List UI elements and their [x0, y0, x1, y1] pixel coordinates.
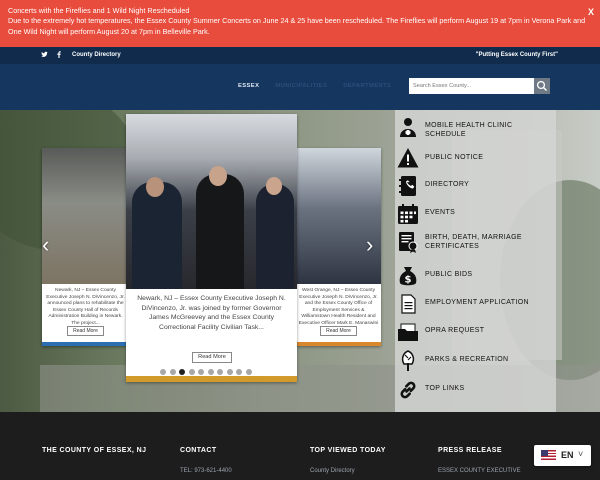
carousel-slide-left[interactable]: Newark, NJ – Essex County Executive Jose… — [42, 148, 129, 346]
nav-item-essex[interactable]: ESSEX — [238, 83, 259, 89]
footer-title-top-viewed: TOP VIEWED TODAY — [310, 447, 386, 454]
quick-link-label: MOBILE HEALTH CLINIC SCHEDULE — [425, 122, 513, 139]
nav-item-departments[interactable]: DEPARTMENTS — [343, 83, 391, 89]
quick-link-label: EVENTS — [425, 209, 456, 216]
carousel-dot[interactable] — [160, 369, 166, 375]
slide-photo — [126, 114, 297, 289]
county-directory-link[interactable]: County Directory — [72, 52, 121, 58]
quick-link-label: PUBLIC NOTICE — [425, 154, 484, 161]
tree-icon — [397, 350, 419, 372]
chevron-left-icon[interactable]: ‹ — [42, 234, 49, 256]
slide-accent-bar — [42, 342, 129, 346]
read-more-button[interactable]: Read More — [67, 326, 104, 336]
chevron-down-icon: ˅ — [578, 449, 584, 459]
footer-title-county: THE COUNTY OF ESSEX, NJ — [42, 447, 147, 454]
directory-book-icon — [397, 175, 419, 197]
us-flag-icon — [541, 450, 556, 461]
quick-link-item[interactable]: $ PUBLIC BIDS — [395, 262, 556, 290]
certificate-icon — [397, 231, 419, 253]
alert-banner: Concerts with the Fireflies and 1 Wild N… — [0, 0, 600, 47]
slide-caption: Newark, NJ – Essex County Executive Jose… — [137, 295, 286, 331]
warning-icon — [397, 147, 419, 169]
footer-link-press[interactable]: ESSEX COUNTY EXECUTIVE — [438, 468, 521, 474]
footer-title-contact: CONTACT — [180, 447, 217, 454]
read-more-button[interactable]: Read More — [320, 326, 357, 336]
nav-menu: ESSEX MUNICIPALITIES DEPARTMENTS — [238, 83, 391, 89]
carousel-dot[interactable] — [245, 369, 252, 375]
facebook-glyph — [57, 51, 61, 58]
quick-link-label: DIRECTORY — [425, 181, 470, 188]
money-bag-icon: $ — [397, 265, 419, 287]
footer-title-press: PRESS RELEASE — [438, 447, 502, 454]
read-more-button[interactable]: Read More — [192, 352, 232, 363]
carousel-dots — [160, 369, 252, 375]
quick-link-item[interactable]: MOBILE HEALTH CLINIC SCHEDULE — [395, 113, 556, 141]
photo-person — [196, 174, 244, 289]
slide-accent-bar — [296, 342, 381, 346]
carousel-dot[interactable] — [179, 369, 185, 375]
alert-title: Concerts with the Fireflies and 1 Wild N… — [8, 6, 190, 15]
search-button[interactable] — [534, 78, 550, 94]
photo-person-head — [146, 177, 164, 197]
document-icon — [397, 293, 419, 315]
quick-link-label: TOP LINKS — [425, 385, 465, 392]
slogan: "Putting Essex County First" — [475, 52, 558, 58]
language-code: EN — [561, 450, 574, 460]
quick-link-label: PARKS & RECREATION — [425, 356, 509, 363]
quick-link-item[interactable]: PARKS & RECREATION — [395, 347, 556, 375]
twitter-icon[interactable] — [41, 51, 48, 60]
quick-link-item[interactable]: BIRTH, DEATH, MARRIAGE CERTIFICATES — [395, 228, 556, 256]
carousel-dot[interactable] — [188, 369, 195, 375]
quick-link-item[interactable]: TOP LINKS — [395, 376, 556, 404]
photo-person — [256, 184, 294, 289]
carousel-dot[interactable] — [169, 369, 176, 375]
quick-links-panel: MOBILE HEALTH CLINIC SCHEDULE PUBLIC NOTI… — [395, 110, 556, 412]
carousel-dot[interactable] — [217, 369, 223, 375]
link-icon — [397, 379, 419, 401]
twitter-glyph — [41, 51, 48, 57]
quick-link-label: OPRA REQUEST — [425, 327, 485, 334]
carousel-dot[interactable] — [236, 369, 242, 375]
search-icon — [536, 80, 547, 91]
quick-link-item[interactable]: OPRA REQUEST — [395, 318, 556, 346]
quick-link-item[interactable]: EVENTS — [395, 200, 556, 228]
quick-link-label: EMPLOYMENT APPLICATION — [425, 299, 529, 306]
language-selector[interactable]: EN ˅ — [534, 445, 591, 466]
top-bar: County Directory "Putting Essex County F… — [0, 47, 600, 64]
photo-person-head — [209, 166, 227, 186]
slide-photo — [296, 148, 381, 284]
nav-item-municipalities[interactable]: MUNICIPALITIES — [275, 83, 327, 89]
slide-accent-bar — [126, 376, 297, 382]
slide-caption: Newark, NJ – Essex County Executive Jose… — [46, 288, 125, 327]
search-box — [409, 78, 550, 94]
folder-icon — [397, 321, 419, 343]
carousel-dot[interactable] — [207, 369, 214, 375]
footer-phone: TEL: 973-621-4400 — [180, 468, 232, 474]
footer: THE COUNTY OF ESSEX, NJ CONTACT TOP VIEW… — [0, 412, 600, 480]
footer-link-directory[interactable]: County Directory — [310, 468, 355, 474]
carousel-dot[interactable] — [198, 369, 204, 375]
carousel-slide-main[interactable]: Newark, NJ – Essex County Executive Jose… — [126, 114, 297, 382]
slide-photo — [42, 148, 129, 284]
svg-text:$: $ — [405, 275, 412, 286]
calendar-icon — [397, 203, 419, 225]
alert-message: Due to the extremely hot temperatures, t… — [8, 16, 586, 36]
quick-link-item[interactable]: PUBLIC NOTICE — [395, 144, 556, 172]
chevron-right-icon[interactable]: › — [366, 234, 373, 256]
photo-person — [132, 182, 182, 289]
doctor-icon — [397, 116, 419, 138]
carousel-dot[interactable] — [226, 369, 233, 375]
quick-link-label: PUBLIC BIDS — [425, 271, 473, 278]
search-input[interactable] — [409, 78, 534, 94]
quick-link-item[interactable]: DIRECTORY — [395, 172, 556, 200]
alert-close-button[interactable]: X — [588, 6, 594, 19]
quick-link-item[interactable]: EMPLOYMENT APPLICATION — [395, 290, 556, 318]
photo-person-head — [266, 177, 282, 195]
facebook-icon[interactable] — [56, 51, 62, 60]
quick-link-label: BIRTH, DEATH, MARRIAGE CERTIFICATES — [425, 234, 522, 251]
